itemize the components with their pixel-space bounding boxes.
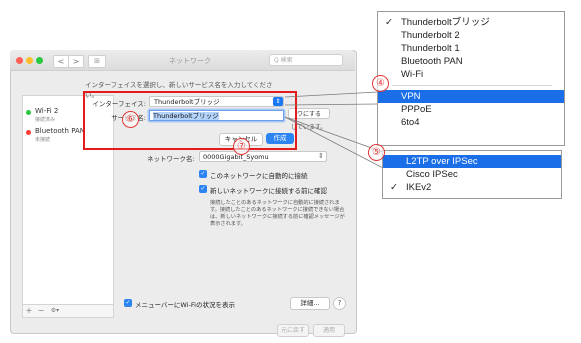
menu-separator (392, 85, 552, 86)
menu-item-thunderbolt-2[interactable]: Thunderbolt 2 (378, 29, 564, 42)
menu-item-6to4[interactable]: 6to4 (378, 116, 564, 129)
menu-item-vpn[interactable]: VPN (378, 90, 564, 103)
vpn-type-menu: L2TP over IPSec Cisco IPSec ✓ IKEv2 (382, 150, 562, 199)
checkmark-icon: ✓ (385, 17, 393, 28)
annotation-number-7: ⑦ (233, 138, 250, 155)
interface-menu: ✓ Thunderboltブリッジ Thunderbolt 2 Thunderbo… (377, 11, 565, 146)
menu-item-thunderbolt-1[interactable]: Thunderbolt 1 (378, 42, 564, 55)
menu-item-bluetooth-pan[interactable]: Bluetooth PAN (378, 55, 564, 68)
menu-item-cisco-ipsec[interactable]: Cisco IPSec (383, 168, 561, 181)
connector-line (284, 116, 384, 169)
annotation-number-5: ⑤ (368, 144, 385, 161)
menu-item-wifi[interactable]: Wi-Fi (378, 68, 564, 81)
annotation-number-6: ⑥ (122, 111, 139, 128)
connector-line (284, 116, 384, 153)
menu-item-l2tp[interactable]: L2TP over IPSec (383, 155, 561, 168)
menu-item-pppoe[interactable]: PPPoE (378, 103, 564, 116)
checkmark-icon: ✓ (390, 182, 398, 193)
connector-line (284, 91, 379, 98)
annotation-number-4: ④ (372, 75, 389, 92)
menu-item-thunderbolt-bridge[interactable]: ✓ Thunderboltブリッジ (378, 16, 564, 29)
connector-line (284, 103, 379, 106)
menu-item-ikev2[interactable]: ✓ IKEv2 (383, 181, 561, 194)
